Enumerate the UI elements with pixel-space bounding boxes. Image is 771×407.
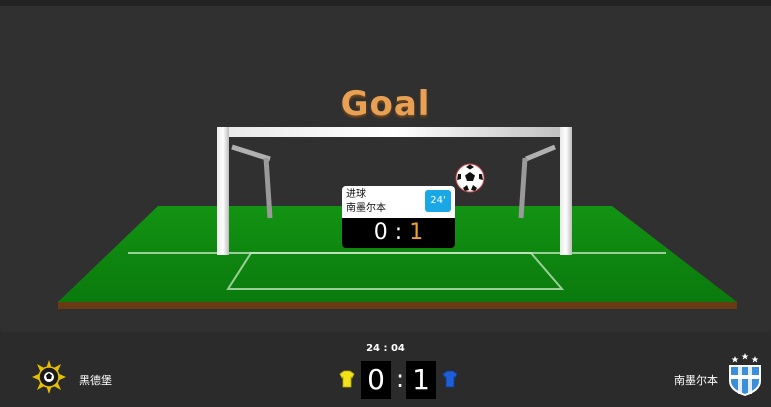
- goal-event-card: 进球 南墨尔本 24' 0 : 1: [342, 186, 455, 248]
- scoreboard: 黑德堡 24 : 04 0 : 1 南墨尔本: [0, 335, 771, 407]
- away-team-crest-icon: [729, 353, 761, 396]
- away-score: 1: [406, 361, 436, 399]
- event-score-home: 0: [373, 220, 388, 245]
- event-score-separator: :: [394, 220, 403, 245]
- goal-stanchion: [231, 144, 271, 162]
- away-shirt-icon: [442, 370, 458, 388]
- pitch-soil-edge: [58, 301, 737, 309]
- event-minute-badge: 24': [425, 190, 451, 212]
- goal-animation-stage: Goal 进球 南墨尔本 24' 0 : 1: [0, 6, 771, 332]
- home-shirt-icon: [339, 370, 355, 388]
- goal-right-post: [560, 127, 572, 255]
- event-score-away: 1: [409, 220, 424, 245]
- event-team-label: 南墨尔本: [346, 203, 386, 214]
- goal-stanchion: [525, 144, 556, 162]
- goal-title: Goal: [340, 84, 431, 124]
- goal-left-post: [217, 127, 229, 255]
- home-score: 0: [361, 361, 391, 399]
- score-separator: :: [395, 365, 405, 393]
- match-clock: 24 : 04: [366, 343, 405, 354]
- event-type-label: 进球: [346, 189, 366, 200]
- pitch-graphic: [58, 127, 737, 309]
- event-score: 0 : 1: [342, 218, 455, 248]
- event-info: 进球 南墨尔本 24': [342, 186, 455, 218]
- away-team-name: 南墨尔本: [674, 374, 718, 387]
- soccer-ball-icon: [455, 163, 485, 193]
- home-team-name: 黑德堡: [79, 374, 112, 387]
- goal-crossbar: [217, 127, 572, 137]
- home-team-crest-icon: [32, 360, 66, 394]
